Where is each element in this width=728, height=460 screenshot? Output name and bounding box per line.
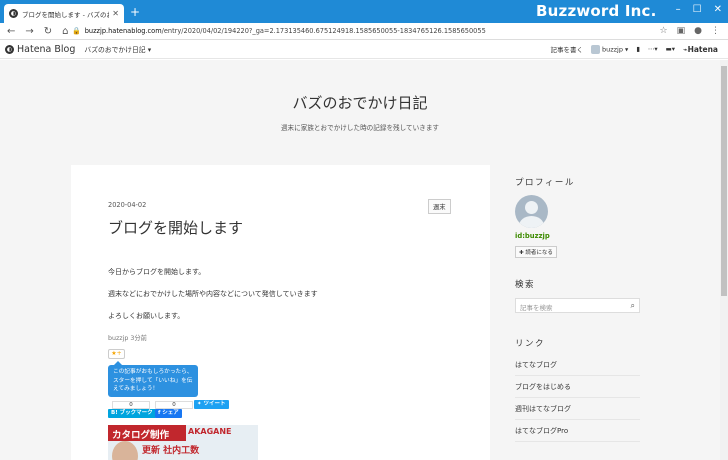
- forward-icon[interactable]: →: [25, 26, 33, 37]
- subscribe-button[interactable]: ✚ 読者になる: [515, 246, 557, 258]
- search-heading: 検索: [515, 280, 536, 290]
- write-entry-link[interactable]: 記事を書く: [550, 44, 583, 54]
- entry-author-meta[interactable]: buzzjp 3分前: [108, 333, 147, 342]
- profile-icon[interactable]: ●: [694, 26, 702, 36]
- menu-icon[interactable]: ⋮: [711, 26, 720, 36]
- window-controls: – ☐ ✕: [676, 4, 722, 15]
- link-hatena-pro[interactable]: はてなブログPro: [515, 420, 640, 442]
- link-hatena-blog[interactable]: はてなブログ: [515, 354, 640, 376]
- entry-article: 2020-04-02 週末 ブログを開始します 今日からブログを開始します。 週…: [71, 165, 490, 460]
- toolbar-right: ☆ ▣ ● ⋮: [660, 26, 728, 36]
- reload-icon[interactable]: ↻: [44, 26, 52, 37]
- url-host: buzzjp.hatenablog.com: [84, 27, 162, 35]
- hatena-link-label: Hatena: [687, 44, 718, 54]
- entry-paragraph: 今日からブログを開始します。: [108, 268, 206, 276]
- scrollbar[interactable]: [720, 60, 728, 460]
- blog-selector-label: バズのおでかけ日記: [84, 46, 146, 54]
- url-field[interactable]: 🔒 buzzjp.hatenablog.com/entry/2020/04/02…: [72, 25, 660, 38]
- search-icon[interactable]: ⌕: [631, 301, 635, 311]
- browser-titlebar: ◐ ブログを開始します - バズのおでかけ日記 ✕ + Buzzword Inc…: [0, 0, 728, 23]
- hatena-blog-logo[interactable]: ◐ Hatena Blog: [0, 44, 75, 55]
- url-text: buzzjp.hatenablog.com/entry/2020/04/02/1…: [85, 27, 486, 35]
- ad-brand: AKAGANE: [188, 427, 232, 436]
- blog-title[interactable]: バズのおでかけ日記: [0, 92, 720, 113]
- entry-paragraph: よろしくお願いします。: [108, 312, 185, 320]
- bookmark-button[interactable]: B! ブックマーク: [108, 409, 156, 418]
- blog-selector[interactable]: バズのおでかけ日記 ▾: [84, 44, 151, 54]
- browser-tab[interactable]: ◐ ブログを開始します - バズのおでかけ日記 ✕: [4, 4, 124, 23]
- advertisement-banner[interactable]: カタログ制作 AKAGANE 更新 社内工数: [108, 425, 258, 460]
- grid-menu-icon[interactable]: ⋯▾: [648, 45, 658, 53]
- extension-icon[interactable]: ▣: [677, 26, 686, 36]
- hatena-header-right: 記事を書く buzzjp ▾ ▮ ⋯▾ ▬▾ ⌁Hatena: [550, 44, 728, 54]
- back-icon[interactable]: ←: [7, 26, 15, 37]
- user-menu[interactable]: buzzjp ▾: [590, 44, 628, 54]
- link-start-blog[interactable]: ブログをはじめる: [515, 376, 640, 398]
- notifications-icon[interactable]: ▬▾: [666, 45, 675, 53]
- bookmark-star-icon[interactable]: ☆: [660, 26, 668, 36]
- share-count: 0: [155, 401, 193, 409]
- facebook-share-button[interactable]: f シェア: [155, 409, 182, 418]
- user-menu-label: buzzjp: [601, 45, 623, 53]
- category-badge[interactable]: 週末: [428, 199, 451, 214]
- twitter-bird-icon: ✦: [197, 401, 202, 407]
- hatena-logo-text: Hatena Blog: [17, 43, 76, 55]
- tab-title: ブログを開始します - バズのおでかけ日記: [22, 10, 109, 19]
- profile-avatar[interactable]: [515, 195, 548, 228]
- entry-title[interactable]: ブログを開始します: [108, 217, 243, 238]
- search-field[interactable]: 記事を検索 ⌕: [515, 298, 640, 313]
- url-path: /entry/2020/04/02/194220?_ga=2.173135460…: [161, 27, 486, 35]
- nav-buttons: ← → ↻ ⌂: [0, 26, 72, 37]
- avatar: [590, 44, 600, 54]
- links-list: はてなブログ ブログをはじめる 週刊はてなブログ はてなブログPro: [515, 354, 640, 442]
- hatena-logo-icon: ◐: [5, 44, 14, 54]
- bookmark-icon[interactable]: ▮: [636, 45, 640, 53]
- window-close-icon[interactable]: ✕: [714, 4, 722, 15]
- lock-icon: 🔒: [72, 27, 81, 35]
- scrollbar-thumb[interactable]: [721, 66, 727, 296]
- hatena-favicon-icon: ◐: [9, 9, 18, 18]
- ad-subline: 更新 社内工数: [142, 446, 200, 456]
- link-weekly-hatena[interactable]: 週刊はてなブログ: [515, 398, 640, 420]
- address-bar-row: ← → ↻ ⌂ 🔒 buzzjp.hatenablog.com/entry/20…: [0, 23, 728, 40]
- bookmark-count: 0: [112, 401, 150, 409]
- blog-description: 週末に家族とおでかけした時の記録を残していきます: [280, 124, 440, 132]
- search-placeholder: 記事を検索: [520, 304, 553, 312]
- tweet-button[interactable]: ✦ ツイート: [194, 400, 229, 409]
- hatena-header: ◐ Hatena Blog バズのおでかけ日記 ▾ 記事を書く buzzjp ▾…: [0, 40, 728, 59]
- brand-watermark: Buzzword Inc.: [536, 2, 657, 20]
- entry-paragraph: 週末などにおでかけした場所や内容などについて発信していきます: [108, 290, 318, 298]
- star-tooltip: この記事がおもしろかったら、スターを押して「いいね」を伝えてみましょう！: [108, 361, 198, 397]
- new-tab-button[interactable]: +: [130, 5, 140, 19]
- subscribe-button-label: 読者になる: [525, 250, 553, 256]
- add-star-button[interactable]: ★+: [108, 349, 125, 359]
- ad-person-image: [112, 441, 138, 460]
- ad-headline: カタログ制作: [108, 425, 186, 441]
- tab-close-icon[interactable]: ✕: [112, 9, 119, 18]
- profile-heading: プロフィール: [515, 178, 575, 188]
- maximize-icon[interactable]: ☐: [693, 4, 702, 15]
- tweet-button-label: ツイート: [203, 401, 226, 407]
- profile-user-id[interactable]: id:buzzjp: [515, 232, 550, 240]
- entry-date[interactable]: 2020-04-02: [108, 201, 146, 209]
- minimize-icon[interactable]: –: [676, 4, 681, 15]
- hatena-link[interactable]: ⌁Hatena: [683, 45, 718, 54]
- plus-icon: ✚: [519, 250, 524, 256]
- home-icon[interactable]: ⌂: [62, 26, 68, 37]
- links-heading: リンク: [515, 339, 546, 349]
